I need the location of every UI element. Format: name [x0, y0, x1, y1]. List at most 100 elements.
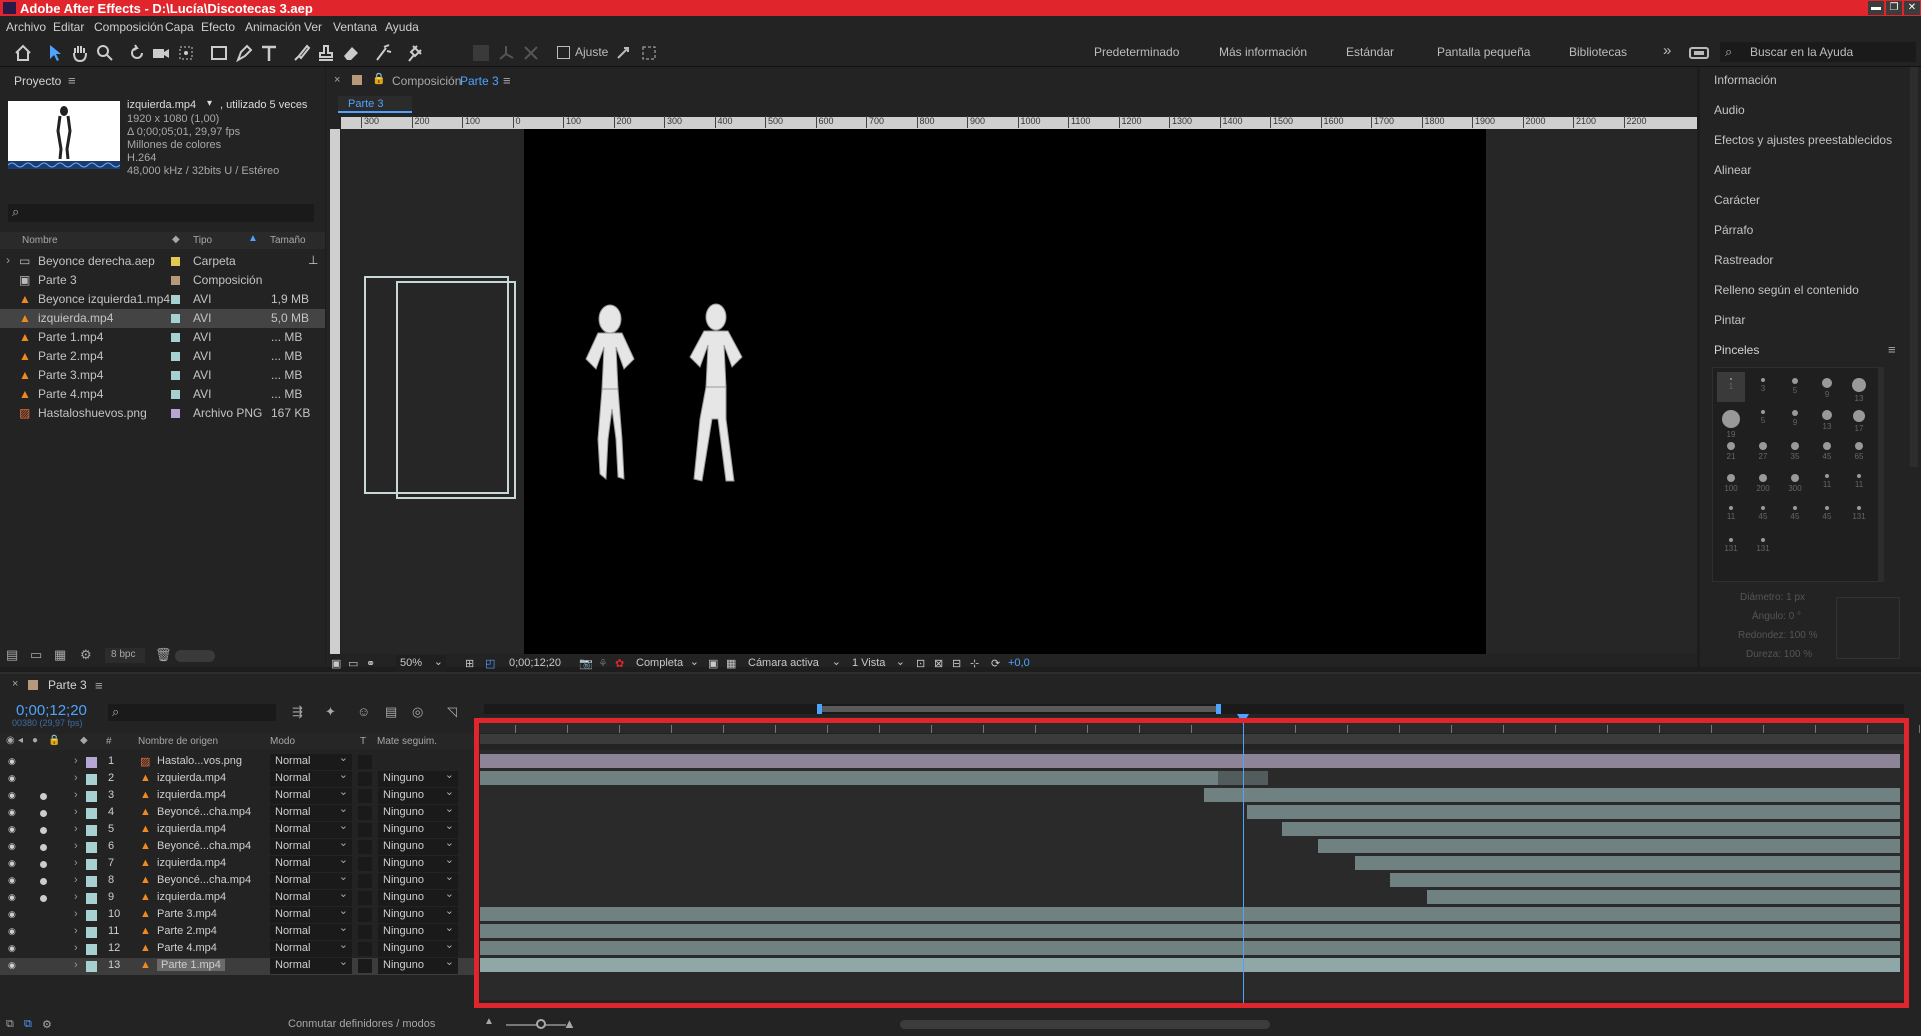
transfer-controls-icon[interactable]: ⧉: [24, 1018, 32, 1031]
right-panel-item[interactable]: Pintar: [1714, 313, 1745, 327]
graph-editor-icon[interactable]: ◹: [447, 704, 457, 720]
label-color-swatch[interactable]: [171, 276, 180, 285]
layer-source-name[interactable]: izquierda.mp4: [157, 823, 226, 835]
eye-icon[interactable]: ◉: [8, 773, 16, 784]
layer-source-name[interactable]: Beyoncé...cha.mp4: [157, 806, 251, 818]
home-icon[interactable]: [12, 42, 34, 64]
right-panel-item[interactable]: Párrafo: [1714, 223, 1753, 237]
column-name[interactable]: Nombre: [22, 235, 58, 246]
brush-tip[interactable]: 19: [1717, 404, 1745, 439]
layer-source-name[interactable]: izquierda.mp4: [157, 772, 226, 784]
expand-arrow-icon[interactable]: ›: [74, 925, 78, 937]
time-navigator-range[interactable]: [819, 706, 1219, 712]
zoom-in-icon[interactable]: ▲: [563, 1016, 576, 1031]
project-item[interactable]: ▲ izquierda.mp4 AVI 5,0 MB: [0, 309, 325, 328]
menu-ayuda[interactable]: Ayuda: [385, 20, 419, 34]
layer-source-name[interactable]: Parte 1.mp4: [157, 959, 225, 971]
eye-icon[interactable]: ◉: [8, 807, 16, 818]
interpret-footage-icon[interactable]: ▤: [6, 647, 18, 663]
clone-stamp-tool-icon[interactable]: [315, 42, 337, 64]
menu-animacion[interactable]: Animación: [245, 20, 301, 34]
layer-duration-bar[interactable]: [1318, 839, 1900, 853]
expand-arrow-icon[interactable]: ›: [74, 874, 78, 886]
right-panel-item[interactable]: Alinear: [1714, 163, 1751, 177]
navigator-start-handle[interactable]: [817, 704, 822, 714]
layer-source-name[interactable]: Beyoncé...cha.mp4: [157, 874, 251, 886]
hand-tool-icon[interactable]: [69, 42, 91, 64]
time-stretch-icon[interactable]: ⚙: [42, 1018, 52, 1031]
layer-row[interactable]: ◉›2▲izquierda.mp4NormalNinguno: [0, 768, 475, 788]
toggle-pixel-aspect-icon[interactable]: ⊡: [916, 657, 925, 670]
expand-arrow-icon[interactable]: ›: [74, 857, 78, 869]
label-color-swatch[interactable]: [86, 791, 97, 802]
brush-tip[interactable]: 35: [1781, 436, 1809, 466]
layer-row[interactable]: ◉ › 13 ▲ Parte 1.mp4 Normal Ninguno: [0, 955, 475, 975]
layer-row[interactable]: ◉›11▲Parte 2.mp4NormalNinguno: [0, 921, 475, 941]
workspace-estandar[interactable]: Estándar: [1346, 45, 1394, 59]
menu-composicion[interactable]: Composición: [94, 20, 163, 34]
layer-duration-bar[interactable]: [1427, 890, 1900, 904]
label-color-swatch[interactable]: [171, 257, 180, 266]
panel-menu-icon[interactable]: ≡: [95, 678, 103, 693]
brush-tip[interactable]: 3: [1749, 372, 1777, 402]
eye-icon[interactable]: ◉: [8, 926, 16, 937]
label-color-swatch[interactable]: [86, 757, 97, 768]
preserve-transparency-toggle[interactable]: [358, 806, 372, 820]
eye-icon[interactable]: ◉: [8, 824, 16, 835]
puppet-pin-tool-icon[interactable]: [405, 42, 427, 64]
camera-tool-icon[interactable]: [150, 42, 172, 64]
workspace-predeterminado[interactable]: Predeterminado: [1094, 45, 1179, 59]
layer-source-name[interactable]: izquierda.mp4: [157, 857, 226, 869]
timeline-horizontal-scrollbar[interactable]: [900, 1020, 1270, 1029]
solo-switch-icon[interactable]: ●: [32, 735, 38, 746]
eye-icon[interactable]: ◉: [8, 875, 16, 886]
brush-scrollbar[interactable]: [1878, 367, 1884, 582]
label-color-swatch[interactable]: [171, 409, 180, 418]
rectangle-tool-icon[interactable]: [208, 42, 230, 64]
preserve-transparency-toggle[interactable]: [358, 755, 372, 769]
tab-parte-3[interactable]: Parte 3: [338, 96, 412, 113]
menu-archivo[interactable]: Archivo: [6, 20, 46, 34]
flowchart-icon[interactable]: ⊥: [308, 253, 318, 267]
monitor-icon[interactable]: ▭: [348, 657, 358, 670]
eye-icon[interactable]: ◉: [8, 790, 16, 801]
layer-source-name[interactable]: Beyoncé...cha.mp4: [157, 840, 251, 852]
preserve-transparency-toggle[interactable]: [358, 874, 372, 888]
playhead[interactable]: [1237, 714, 1249, 1004]
right-panel-item[interactable]: Información: [1714, 73, 1777, 87]
layer-source-name[interactable]: izquierda.mp4: [157, 789, 226, 801]
brush-tip[interactable]: 17: [1845, 404, 1873, 434]
menu-ventana[interactable]: Ventana: [333, 20, 377, 34]
comp-viewer[interactable]: [341, 129, 1697, 654]
solo-dot-icon[interactable]: [40, 844, 47, 851]
work-area-bar[interactable]: [480, 734, 1905, 744]
playhead-handle-icon[interactable]: [1237, 714, 1249, 724]
sync-settings-icon[interactable]: [1688, 42, 1710, 64]
work-area-navigator[interactable]: [484, 704, 1904, 714]
panel-menu-icon[interactable]: ≡: [1888, 342, 1896, 357]
solo-dot-icon[interactable]: [40, 878, 47, 885]
preserve-transparency-toggle[interactable]: [358, 891, 372, 905]
brush-tip[interactable]: 5: [1749, 404, 1777, 434]
right-panel-scrollbar[interactable]: [1910, 67, 1918, 467]
brush-tip[interactable]: 5: [1781, 372, 1809, 402]
fast-previews-icon[interactable]: ▣: [708, 657, 718, 670]
navigator-end-handle[interactable]: [1216, 704, 1221, 714]
solo-dot-icon[interactable]: [40, 810, 47, 817]
timeline-link-icon[interactable]: ⊟: [952, 657, 961, 670]
brush-tip[interactable]: 200: [1749, 468, 1777, 498]
preserve-transparency-toggle[interactable]: [358, 823, 372, 837]
layer-duration-bar[interactable]: [1282, 822, 1900, 836]
eraser-tool-icon[interactable]: [340, 42, 362, 64]
brush-tip[interactable]: 45: [1781, 500, 1809, 530]
layer-row[interactable]: ◉›3▲izquierda.mp4NormalNinguno: [0, 785, 475, 805]
layer-duration-bar[interactable]: [480, 907, 1900, 921]
comp-name[interactable]: Parte 3: [460, 74, 499, 88]
column-t[interactable]: T: [360, 736, 366, 747]
snapshot-icon[interactable]: 📷: [579, 657, 593, 670]
new-folder-icon[interactable]: ▭: [30, 647, 42, 663]
blend-mode-dropdown[interactable]: Normal: [270, 955, 352, 974]
brush-tip[interactable]: 11: [1717, 500, 1745, 530]
brush-tip[interactable]: 45: [1749, 500, 1777, 530]
bit-depth-button[interactable]: 8 bpc: [105, 648, 145, 663]
